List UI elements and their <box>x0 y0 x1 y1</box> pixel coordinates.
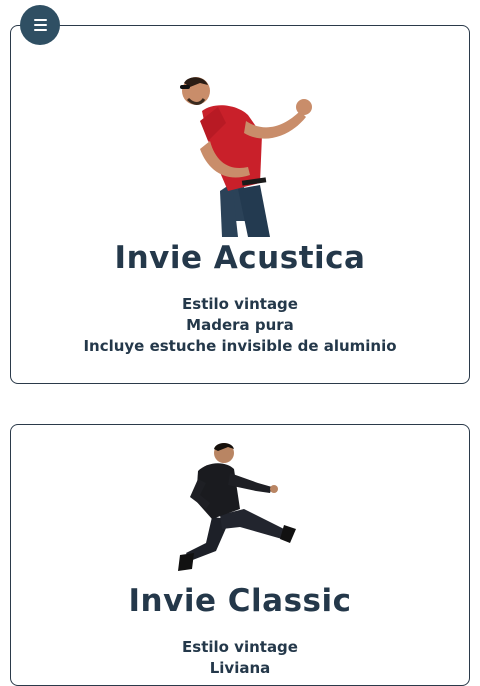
feature-item: Madera pura <box>186 316 294 334</box>
product-card-acustica: Invie Acustica Estilo vintage Madera pur… <box>10 25 470 384</box>
feature-item: Estilo vintage <box>182 638 298 656</box>
feature-item: Liviana <box>209 659 271 677</box>
menu-button[interactable] <box>20 5 60 45</box>
hamburger-menu-icon <box>33 19 47 21</box>
product-title: Invie Acustica <box>114 240 366 276</box>
feature-item: Incluye estuche invisible de aluminio <box>83 337 397 355</box>
feature-list: Estilo vintage Liviana <box>11 637 469 679</box>
hamburger-menu-icon-bar <box>33 24 47 26</box>
product-card-classic: Invie Classic Estilo vintage Liviana <box>10 424 470 686</box>
feature-item: Estilo vintage <box>182 295 298 313</box>
man-jumping-leather-jacket-image <box>178 443 296 571</box>
feature-list: Estilo vintage Madera pura Incluye estuc… <box>11 294 469 357</box>
product-title: Invie Classic <box>128 583 352 619</box>
hamburger-menu-icon-bar <box>33 29 47 31</box>
man-playing-air-guitar-image <box>180 77 312 237</box>
